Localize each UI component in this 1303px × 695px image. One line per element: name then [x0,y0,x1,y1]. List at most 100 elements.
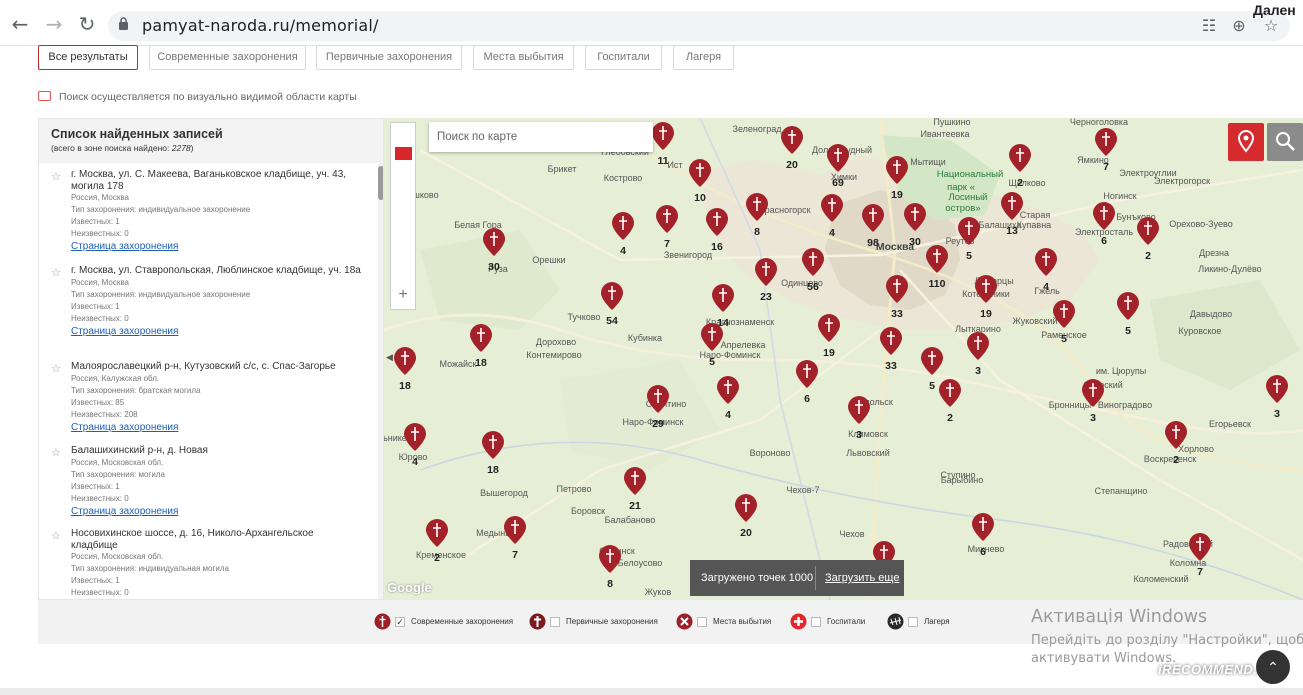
map-place-label: Можайск [440,359,477,369]
divider [815,566,816,590]
zoom-in-button[interactable]: + [390,284,416,306]
pin-count-label: 2 [1145,250,1151,262]
collapse-panel-icon[interactable]: ◀ [386,352,393,363]
pin-count-label: 11 [657,155,668,167]
pin-count-label: 6 [1101,235,1107,247]
tab-departure-places[interactable]: Места выбытия [473,45,574,70]
map-place-label: Электрогорск [1154,176,1210,186]
map-view[interactable]: ГлебовскийБрикетКостровоИстЗеленоградДол… [384,118,1303,600]
map-search-mode-button[interactable] [1267,123,1303,161]
map-place-label: Хорлово [1178,444,1214,454]
map-place-label: Михнево [968,544,1005,554]
record-region: Россия, Московская обл. [71,552,164,561]
translate-icon[interactable]: ☷ [1199,16,1219,36]
pin-count-label: 5 [1061,333,1067,345]
legend-checkbox[interactable] [908,617,918,627]
map-search-input[interactable]: Поиск по карте [429,122,653,152]
reload-icon[interactable]: ↻ [76,13,98,35]
map-place-label: Балабаново [605,515,656,525]
search-zoom-icon [1276,132,1295,151]
map-place-label: Давыдово [1190,309,1232,319]
map-place-label: Чехов-7 [787,485,820,495]
legend-checkbox[interactable] [811,617,821,627]
pin-count-label: 18 [399,380,411,392]
record-type: Тип захоронения: индивидуальное захороне… [71,289,251,299]
primary-burial-icon [529,613,546,630]
map-place-label: Кременское [416,550,466,560]
map-place-label: Ногинск [1103,191,1136,201]
forward-arrow-icon[interactable]: → [43,13,65,35]
activation-title: Активація Windows [1031,607,1208,627]
record-title: Малоярославецкий р-н, Кутузовский с/с, с… [71,361,336,372]
modern-burial-icon [374,613,391,630]
bookmark-star-icon[interactable]: ☆ [1261,16,1281,36]
pin-count-label: 29 [652,418,664,430]
legend-checkbox[interactable]: ✓ [395,617,405,627]
tab-all-results[interactable]: Все результаты [38,45,138,70]
burial-page-link[interactable]: Страница захоронения [71,505,361,518]
map-place-label: Щелково [1008,178,1045,188]
legend-label: Места выбытия [713,617,772,626]
list-item: ☆ г. Москва, ул. Ставропольская, Люблинс… [51,265,361,338]
pin-count-label: 6 [804,393,810,405]
pin-count-label: 19 [823,347,835,359]
browser-toolbar: ← → ↻ pamyat-naroda.ru/memorial/ ☷ ⊕ ☆ Д… [0,0,1303,46]
zoom-level-indicator[interactable] [395,147,412,160]
map-zoom-control[interactable] [390,122,416,310]
pin-count-label: 2 [947,412,953,424]
departure-place-icon [676,613,693,630]
map-place-label: Виноградово [1098,400,1152,410]
map-place-label: Ликино-Дулёво [1198,264,1261,274]
burial-page-link[interactable]: Страница захоронения [71,240,361,253]
map-place-label: Климовск [848,429,888,439]
record-known: Известных: 1 [71,576,120,585]
map-place-label: Купавна [1017,220,1051,230]
map-place-label: Вороново [750,448,791,458]
zoom-icon[interactable]: ⊕ [1229,16,1249,36]
tab-camps[interactable]: Лагеря [673,45,734,70]
map-place-label: Куровское [1179,326,1222,336]
pin-count-label: 3 [1090,412,1096,424]
scroll-up-button[interactable]: ⌃ [1256,650,1290,684]
map-park-label: Национальный [937,169,1004,180]
map-place-label: Егорьевск [1209,419,1251,429]
legend-checkbox[interactable] [550,617,560,627]
pin-count-label: 69 [832,177,844,189]
record-known: Известных: 1 [71,481,120,491]
pin-count-label: 3 [1274,408,1280,420]
record-region: Россия, Калужская обл. [71,373,160,383]
tab-primary-burials[interactable]: Первичные захоронения [316,45,462,70]
burial-page-link[interactable]: Страница захоронения [71,421,361,434]
loaded-points-text: Загружено точек 1000 [701,572,814,584]
favorite-star-icon[interactable]: ☆ [51,529,61,542]
map-place-label: Кострово [604,173,643,183]
search-area-hint: Поиск осуществляется по визуально видимо… [38,91,357,103]
favorite-star-icon[interactable]: ☆ [51,170,61,183]
map-place-label: Львовский [846,448,889,458]
url-text[interactable]: pamyat-naroda.ru/memorial/ [142,16,379,35]
legend-checkbox[interactable] [697,617,707,627]
map-place-label: Контемирово [526,350,581,360]
pin-count-label: 7 [1197,566,1203,578]
pin-count-label: 54 [606,315,618,327]
favorite-star-icon[interactable]: ☆ [51,446,61,459]
back-arrow-icon[interactable]: ← [9,13,31,35]
tab-modern-burials[interactable]: Современные захоронения [149,45,306,70]
profile-name[interactable]: Дален [1253,2,1296,18]
record-title: Носовихинское шоссе, д. 16, Николо-Архан… [71,528,314,551]
map-canvas[interactable]: ГлебовскийБрикетКостровоИстЗеленоградДол… [384,118,1303,600]
load-more-link[interactable]: Загрузить еще [825,560,899,596]
legend-label: Госпитали [827,617,866,626]
record-known: Известных: 85 [71,397,125,407]
record-type: Тип захоронения: индивидуальное захороне… [71,205,251,214]
map-marker-mode-button[interactable] [1228,123,1264,161]
legend-label: Первичные захоронения [566,617,658,626]
favorite-star-icon[interactable]: ☆ [51,362,61,375]
tab-hospitals[interactable]: Госпитали [585,45,662,70]
pin-count-label: 13 [1006,225,1018,237]
favorite-star-icon[interactable]: ☆ [51,266,61,279]
map-place-label: Вышегород [480,488,529,498]
activation-line-1: Перейдіть до розділу "Настройки", щоб [1031,633,1303,648]
pin-count-label: 3 [856,429,862,441]
burial-page-link[interactable]: Страница захоронения [71,325,361,338]
